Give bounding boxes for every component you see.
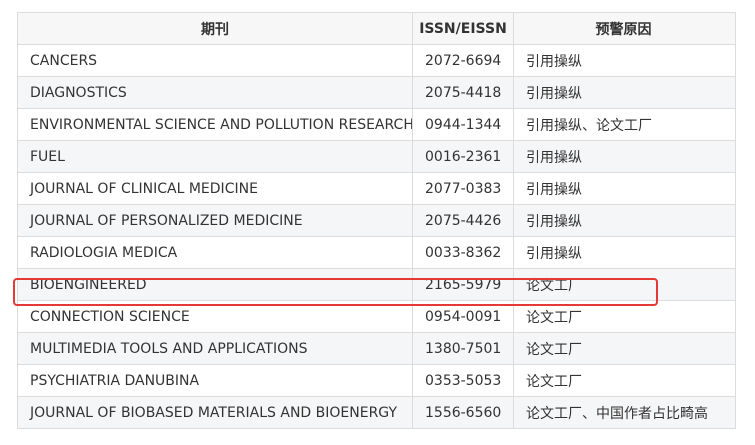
journal-cell: PSYCHIATRIA DANUBINA [30, 372, 200, 389]
issn-cell: 2165-5979 [412, 269, 513, 300]
table-row: RADIOLOGIA MEDICA 0033-8362 引用操纵 [18, 237, 735, 269]
issn-cell: 0954-0091 [412, 301, 513, 332]
journal-cell: BIOENGINEERED [30, 276, 147, 293]
reason-cell: 论文工厂 [513, 333, 733, 364]
issn-cell: 2072-6694 [412, 45, 513, 76]
journal-cell: ENVIRONMENTAL SCIENCE AND POLLUTION RESE… [30, 116, 412, 133]
journal-cell: RADIOLOGIA MEDICA [30, 244, 178, 261]
table-row: PSYCHIATRIA DANUBINA 0353-5053 论文工厂 [18, 365, 735, 397]
issn-cell: 0016-2361 [412, 141, 513, 172]
reason-cell: 引用操纵 [513, 45, 733, 76]
reason-cell: 论文工厂、中国作者占比畸高 [513, 397, 733, 428]
journal-warning-table: 期刊 ISSN/EISSN 预警原因 CANCERS 2072-6694 引用操纵 D… [17, 12, 736, 429]
journal-cell: DIAGNOSTICS [30, 84, 127, 101]
reason-cell: 引用操纵 [513, 205, 733, 236]
issn-cell: 0944-1344 [412, 109, 513, 140]
reason-cell: 论文工厂 [513, 301, 733, 332]
reason-cell: 引用操纵、论文工厂 [513, 109, 733, 140]
reason-cell: 引用操纵 [513, 141, 733, 172]
table-row: BIOENGINEERED 2165-5979 论文工厂 [18, 269, 735, 301]
journal-cell: JOURNAL OF PERSONALIZED MEDICINE [30, 212, 303, 229]
reason-cell: 论文工厂 [513, 365, 733, 396]
table-row: DIAGNOSTICS 2075-4418 引用操纵 [18, 77, 735, 109]
issn-cell: 2075-4418 [412, 77, 513, 108]
reason-cell: 引用操纵 [513, 77, 733, 108]
reason-cell: 引用操纵 [513, 173, 733, 204]
header-journal: 期刊 [201, 21, 229, 38]
reason-cell: 论文工厂 [513, 269, 733, 300]
header-reason: 预警原因 [513, 13, 733, 44]
issn-cell: 2077-0383 [412, 173, 513, 204]
journal-cell: CANCERS [30, 52, 98, 69]
issn-cell: 1380-7501 [412, 333, 513, 364]
journal-cell: JOURNAL OF CLINICAL MEDICINE [30, 180, 258, 197]
table-row: JOURNAL OF CLINICAL MEDICINE 2077-0383 引用操… [18, 173, 735, 205]
table-row: ENVIRONMENTAL SCIENCE AND POLLUTION RESE… [18, 109, 735, 141]
table-row: JOURNAL OF PERSONALIZED MEDICINE 2075-442… [18, 205, 735, 237]
issn-cell: 0353-5053 [412, 365, 513, 396]
reason-cell: 引用操纵 [513, 237, 733, 268]
table-row: CONNECTION SCIENCE 0954-0091 论文工厂 [18, 301, 735, 333]
journal-cell: JOURNAL OF BIOBASED MATERIALS AND BIOENE… [30, 404, 398, 421]
header-issn: ISSN/EISSN [412, 13, 513, 44]
issn-cell: 2075-4426 [412, 205, 513, 236]
journal-cell: FUEL [30, 148, 65, 165]
issn-cell: 0033-8362 [412, 237, 513, 268]
journal-cell: MULTIMEDIA TOOLS AND APPLICATIONS [30, 340, 308, 357]
table-row: CANCERS 2072-6694 引用操纵 [18, 45, 735, 77]
table-row: FUEL 0016-2361 引用操纵 [18, 141, 735, 173]
table-body: CANCERS 2072-6694 引用操纵 DIAGNOSTICS 2075-4418… [18, 45, 735, 429]
table-row: JOURNAL OF BIOBASED MATERIALS AND BIOENE… [18, 397, 735, 429]
journal-cell: CONNECTION SCIENCE [30, 308, 190, 325]
issn-cell: 1556-6560 [412, 397, 513, 428]
table-header-row: 期刊 ISSN/EISSN 预警原因 [18, 13, 735, 45]
table-row: MULTIMEDIA TOOLS AND APPLICATIONS 1380-75… [18, 333, 735, 365]
